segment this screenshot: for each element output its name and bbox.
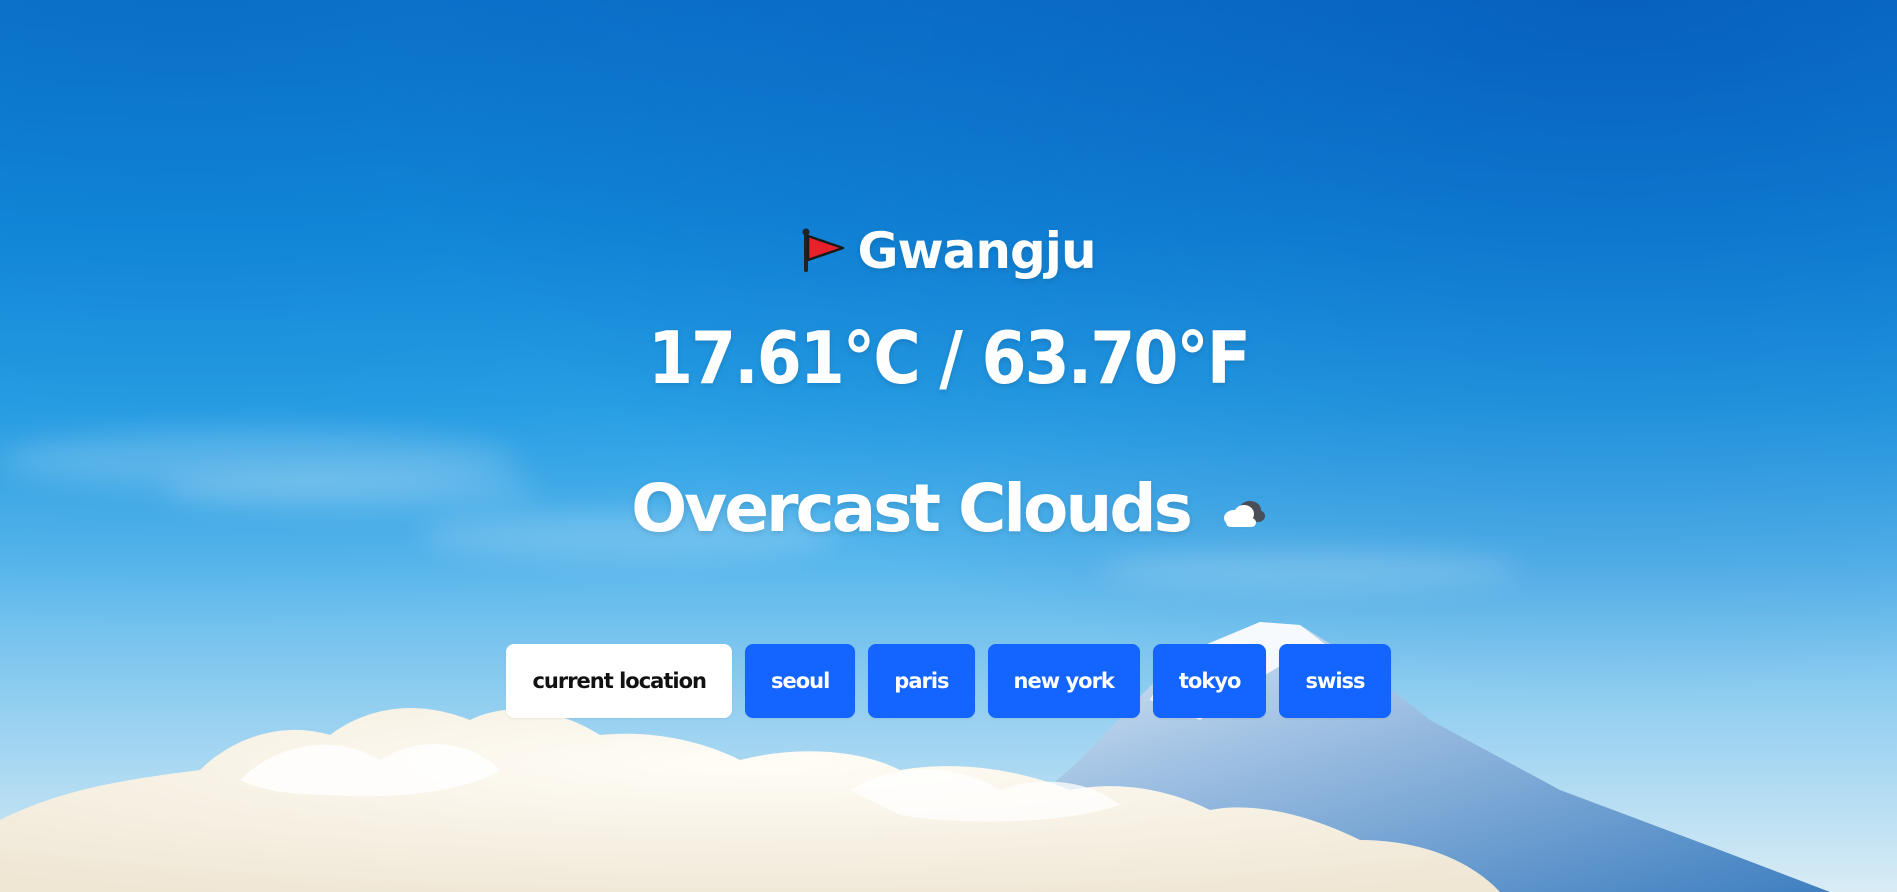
weather-description-row: Overcast Clouds — [0, 470, 1897, 547]
city-button-swiss[interactable]: swiss — [1279, 644, 1391, 718]
city-button-paris[interactable]: paris — [868, 644, 975, 718]
temperature-readout: 17.61°C / 63.70°F — [647, 316, 1251, 400]
background-image — [0, 0, 1897, 892]
city-name: Gwangju — [857, 222, 1096, 280]
city-button-group: current location seoul paris new york to… — [0, 644, 1897, 718]
city-button-new-york[interactable]: new york — [987, 644, 1140, 718]
mountain-landscape — [0, 622, 1830, 892]
cloud-icon — [1220, 496, 1266, 530]
red-flag-icon — [801, 226, 845, 276]
current-location-button[interactable]: current location — [506, 644, 732, 718]
location-row: Gwangju — [0, 222, 1897, 280]
weather-description: Overcast Clouds — [631, 470, 1193, 547]
city-button-tokyo[interactable]: tokyo — [1152, 644, 1267, 718]
city-button-seoul[interactable]: seoul — [744, 644, 856, 718]
